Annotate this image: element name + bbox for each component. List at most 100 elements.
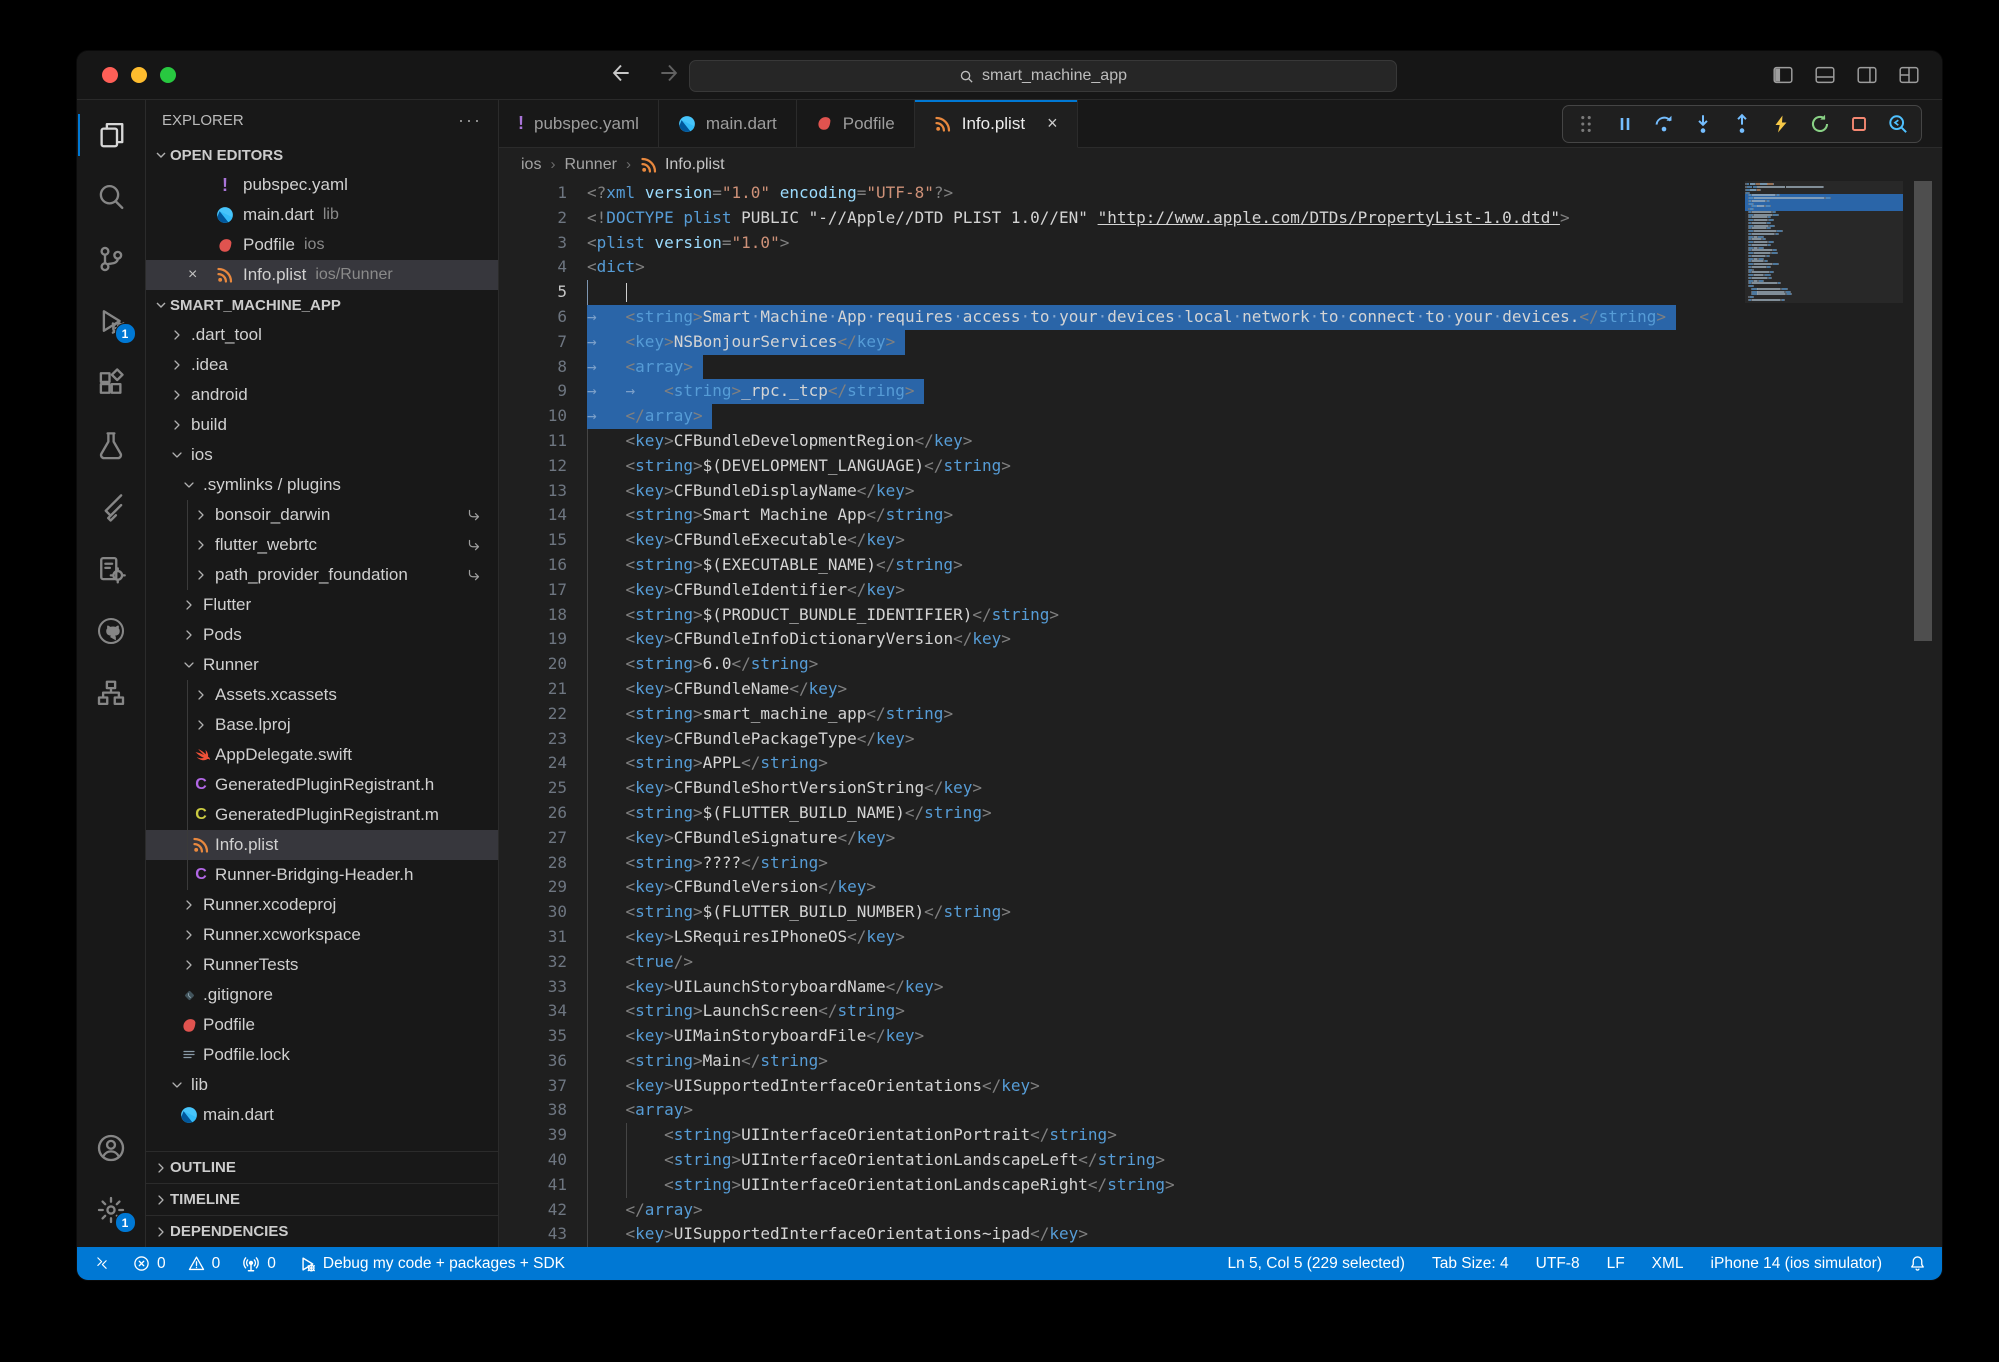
open-editor-Podfile[interactable]: Podfileios [146,230,498,260]
status-LF[interactable]: LF [1607,1255,1625,1273]
debug-toolbar [1562,105,1922,143]
workspace-section[interactable]: SMART_MACHINE_APP [146,290,498,320]
tree-item-Runner.xcworkspace[interactable]: Runner.xcworkspace [146,920,498,950]
activity-search-button[interactable] [78,166,145,228]
badge: 1 [115,323,136,344]
tree-item-android[interactable]: android [146,380,498,410]
tab-pubspec.yaml[interactable]: !pubspec.yaml [499,100,659,147]
minimize-window-icon[interactable] [131,67,147,83]
tree-item-AppDelegate.swift[interactable]: AppDelegate.swift [146,740,498,770]
debug-step-into-button[interactable] [1692,113,1714,135]
activity-github-button[interactable] [78,600,145,662]
status-tower[interactable]: 0 [242,1255,276,1273]
status-iPhone 14 (ios simulator)[interactable]: iPhone 14 (ios simulator) [1711,1255,1882,1273]
status-UTF-8[interactable]: UTF-8 [1536,1255,1580,1273]
token: > [693,753,703,772]
forward-arrow-icon[interactable] [657,61,681,85]
debug-step-over-button[interactable] [1653,113,1675,135]
activity-run-debug-button[interactable]: 1 [78,290,145,352]
tree-item-Runner-Bridging-Header.h[interactable]: CRunner-Bridging-Header.h [146,860,498,890]
code-editor[interactable]: 1<?xml version="1.0" encoding="UTF-8"?>2… [499,181,1942,1247]
status-bell[interactable] [1909,1255,1926,1272]
tree-item-Runner.xcodeproj[interactable]: Runner.xcodeproj [146,890,498,920]
tab-main.dart[interactable]: main.dart [659,100,797,147]
command-center-search[interactable]: smart_machine_app [689,60,1397,92]
debug-restart-button[interactable] [1809,113,1831,135]
status-debug[interactable]: Debug my code + packages + SDK [298,1255,565,1273]
tree-item-.symlinks / plugins[interactable]: .symlinks / plugins [146,470,498,500]
activity-source-control-button[interactable] [78,228,145,290]
dart-file-icon [214,206,236,224]
tree-item-ios[interactable]: ios [146,440,498,470]
status-remote[interactable] [93,1255,111,1273]
panel-bottom-icon[interactable] [1814,64,1836,86]
tree-item-Base.lproj[interactable]: Base.lproj [146,710,498,740]
tree-item-GeneratedPluginRegistrant.m[interactable]: CGeneratedPluginRegistrant.m [146,800,498,830]
tree-item-lib[interactable]: lib [146,1070,498,1100]
tree-item-bonsoir_darwin[interactable]: bonsoir_darwin [146,500,498,530]
debug-stop-button[interactable] [1848,113,1870,135]
tab-Info.plist[interactable]: Info.plist× [915,100,1078,148]
tree-item-RunnerTests[interactable]: RunnerTests [146,950,498,980]
tree-item-Assets.xcassets[interactable]: Assets.xcassets [146,680,498,710]
tree-item-path_provider_foundation[interactable]: path_provider_foundation [146,560,498,590]
debug-gripper-button[interactable] [1575,113,1597,135]
open-editor-main.dart[interactable]: main.dartlib [146,200,498,230]
code-line-34: 34<string>LaunchScreen</string> [499,999,1942,1024]
debug-inspector-button[interactable] [1887,113,1909,135]
tree-item-.idea[interactable]: .idea [146,350,498,380]
back-arrow-icon[interactable] [609,61,633,85]
open-editor-Info.plist[interactable]: ×Info.plistios/Runner [146,260,498,290]
tree-item-Runner[interactable]: Runner [146,650,498,680]
open-editors-section[interactable]: OPEN EDITORS [146,140,498,170]
open-editor-pubspec.yaml[interactable]: !pubspec.yaml [146,170,498,200]
minimap[interactable] [1745,183,1903,301]
debug-step-out-button[interactable] [1731,113,1753,135]
activity-extensions-button[interactable] [78,352,145,414]
close-tab-icon[interactable]: × [1047,113,1058,134]
activity-testing-button[interactable] [78,414,145,476]
breadcrumb-item[interactable]: Runner [564,156,616,174]
activity-hierarchy-button[interactable] [78,662,145,724]
breadcrumb-item[interactable]: ios [521,156,541,174]
tree-item-Pods[interactable]: Pods [146,620,498,650]
tree-item-.dart_tool[interactable]: .dart_tool [146,320,498,350]
panel-left-icon[interactable] [1772,64,1794,86]
tree-item-build[interactable]: build [146,410,498,440]
activity-settings-button[interactable]: 1 [78,1179,145,1241]
tree-item-GeneratedPluginRegistrant.h[interactable]: CGeneratedPluginRegistrant.h [146,770,498,800]
tree-item-Info.plist[interactable]: Info.plist [146,830,498,860]
debug-pause-button[interactable] [1614,113,1636,135]
tab-Podfile[interactable]: Podfile [797,100,915,147]
status-XML[interactable]: XML [1652,1255,1684,1273]
more-actions-icon[interactable]: ··· [458,110,482,131]
status-Ln 5, Col 5 (229 selected)[interactable]: Ln 5, Col 5 (229 selected) [1227,1255,1405,1273]
section-outline[interactable]: OUTLINE [146,1151,498,1183]
zoom-window-icon[interactable] [160,67,176,83]
layout-grid-icon[interactable] [1898,64,1920,86]
activity-account-button[interactable] [78,1117,145,1179]
section-dependencies[interactable]: DEPENDENCIES [146,1215,498,1247]
section-timeline[interactable]: TIMELINE [146,1183,498,1215]
activity-flutter-button[interactable] [78,476,145,538]
status-warning[interactable]: 0 [188,1255,221,1273]
debug-hot-reload-button[interactable] [1770,113,1792,135]
scrollbar-thumb[interactable] [1914,181,1932,641]
tree-item-Podfile[interactable]: Podfile [146,1010,498,1040]
breadcrumb-file[interactable]: Info.plist [640,156,725,174]
status-Tab Size: 4[interactable]: Tab Size: 4 [1432,1255,1509,1273]
token: plist [683,208,731,227]
tree-item-.gitignore[interactable]: .gitignore [146,980,498,1010]
panel-right-icon[interactable] [1856,64,1878,86]
close-window-icon[interactable] [102,67,118,83]
tree-item-flutter_webrtc[interactable]: flutter_webrtc [146,530,498,560]
tree-item-Flutter[interactable]: Flutter [146,590,498,620]
status-error[interactable]: 0 [133,1255,166,1273]
close-icon[interactable]: × [188,266,214,284]
tree-item-Podfile.lock[interactable]: Podfile.lock [146,1040,498,1070]
activity-explorer-button[interactable] [78,104,145,166]
tree-item-main.dart[interactable]: main.dart [146,1100,498,1130]
code-text: →<key>NSBonjourServices</key> [587,330,905,355]
activity-file-settings-button[interactable] [78,538,145,600]
gutter-space [567,652,587,677]
